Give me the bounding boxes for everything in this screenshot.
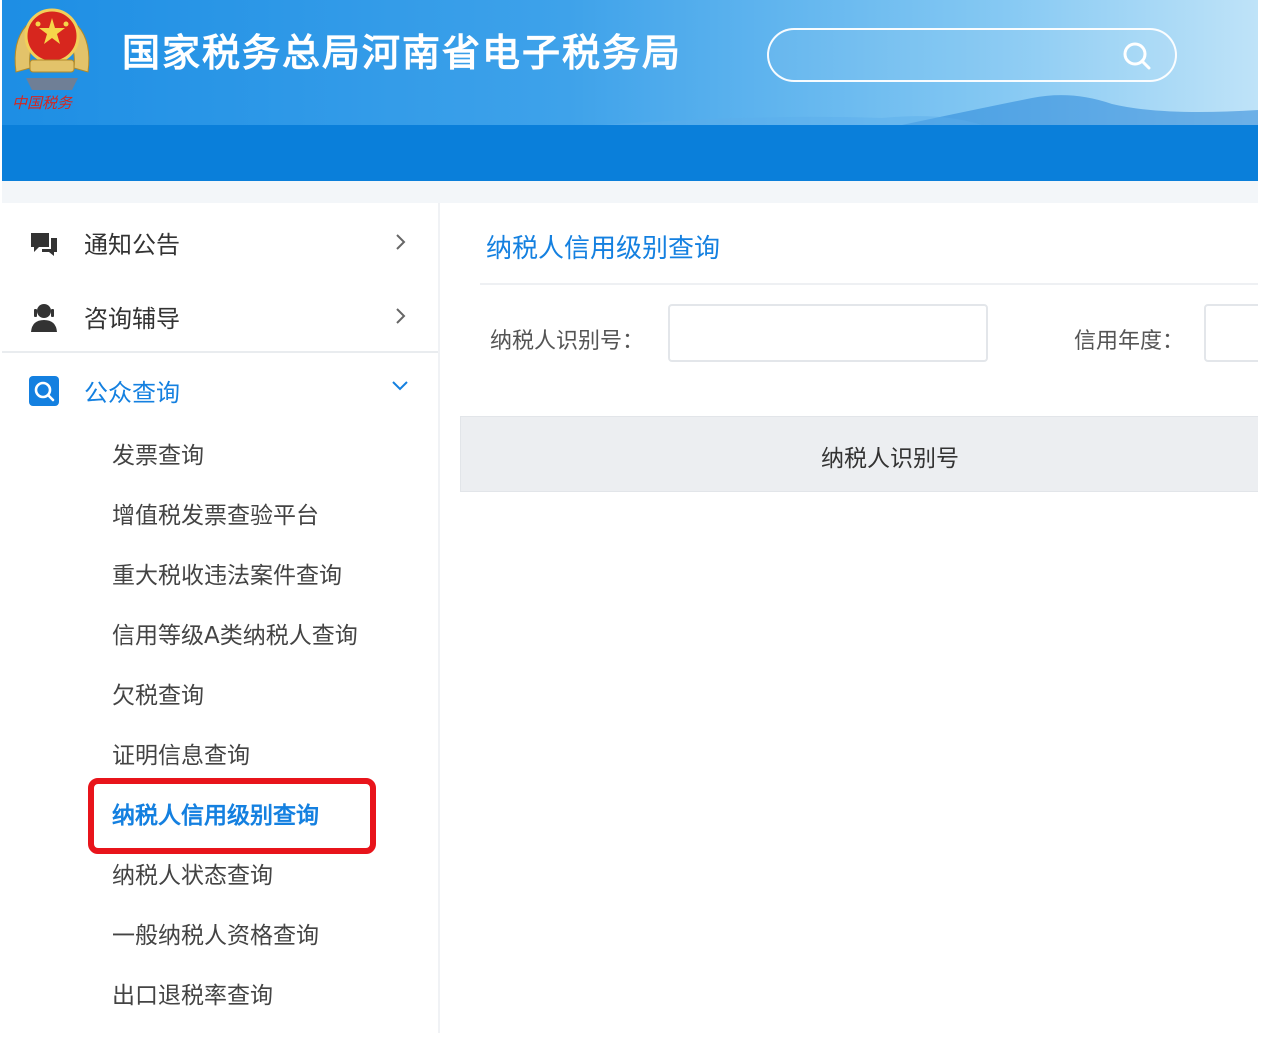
chevron-right-icon <box>396 234 406 250</box>
table-column-header: 纳税人识别号 <box>821 446 959 472</box>
sub-item-certificate-info[interactable]: 证明信息查询 <box>112 740 250 772</box>
search-icon[interactable] <box>1121 40 1153 72</box>
sub-item-vat-invoice-check[interactable]: 增值税发票查验平台 <box>112 500 319 532</box>
sidebar-item-notice[interactable]: 通知公告 <box>2 205 438 279</box>
chevron-right-icon <box>396 308 406 324</box>
sub-item-taxpayer-status[interactable]: 纳税人状态查询 <box>112 860 273 892</box>
credit-year-label: 信用年度： <box>1074 329 1185 354</box>
search-input[interactable] <box>793 38 1117 74</box>
page-title: 纳税人信用级别查询 <box>486 234 721 264</box>
taxpayer-id-label: 纳税人识别号： <box>490 329 645 354</box>
query-search-icon <box>29 376 59 406</box>
search-bar[interactable] <box>767 28 1177 82</box>
sidebar-item-label: 通知公告 <box>84 231 180 259</box>
consult-user-icon <box>31 304 57 332</box>
sub-item-credit-a-taxpayer[interactable]: 信用等级A类纳税人查询 <box>112 620 358 652</box>
site-header: 中国税务 国家税务总局河南省电子税务局 <box>2 0 1258 125</box>
sidebar-item-label: 咨询辅导 <box>84 305 180 333</box>
main-content: 纳税人信用级别查询 纳税人识别号： 信用年度： 纳税人识别号 <box>440 203 1258 1033</box>
sidebar-item-consult[interactable]: 咨询辅导 <box>2 279 438 353</box>
emblem-icon <box>14 8 90 90</box>
nav-shadow-strip <box>2 181 1258 203</box>
taxpayer-id-input[interactable] <box>668 304 988 362</box>
site-title: 国家税务总局河南省电子税务局 <box>122 31 683 75</box>
result-table-header: 纳税人识别号 <box>460 416 1258 492</box>
title-divider <box>480 283 1258 285</box>
chevron-down-icon <box>392 381 408 391</box>
sub-item-major-tax-violation[interactable]: 重大税收违法案件查询 <box>112 560 342 592</box>
sub-item-general-taxpayer-qualification[interactable]: 一般纳税人资格查询 <box>112 920 319 952</box>
credit-year-input[interactable] <box>1204 304 1258 362</box>
sub-item-tax-arrears[interactable]: 欠税查询 <box>112 680 204 712</box>
selected-item-highlight-box <box>88 778 376 854</box>
sub-item-export-rebate-rate[interactable]: 出口退税率查询 <box>112 980 273 1012</box>
sidebar-item-public-query[interactable]: 公众查询 <box>2 353 438 427</box>
emblem-caption: 中国税务 <box>12 94 73 112</box>
sub-item-invoice-query[interactable]: 发票查询 <box>112 440 204 472</box>
tax-bureau-emblem-logo: 中国税务 <box>6 2 98 118</box>
notice-chat-icon <box>31 233 57 256</box>
top-nav-bar <box>2 125 1258 181</box>
sidebar-item-label: 公众查询 <box>84 379 180 407</box>
sidebar: 通知公告 咨询辅导 公众查询 发票查询 增值税发票查验平台 重大税收违法案件查询 <box>2 203 438 1033</box>
